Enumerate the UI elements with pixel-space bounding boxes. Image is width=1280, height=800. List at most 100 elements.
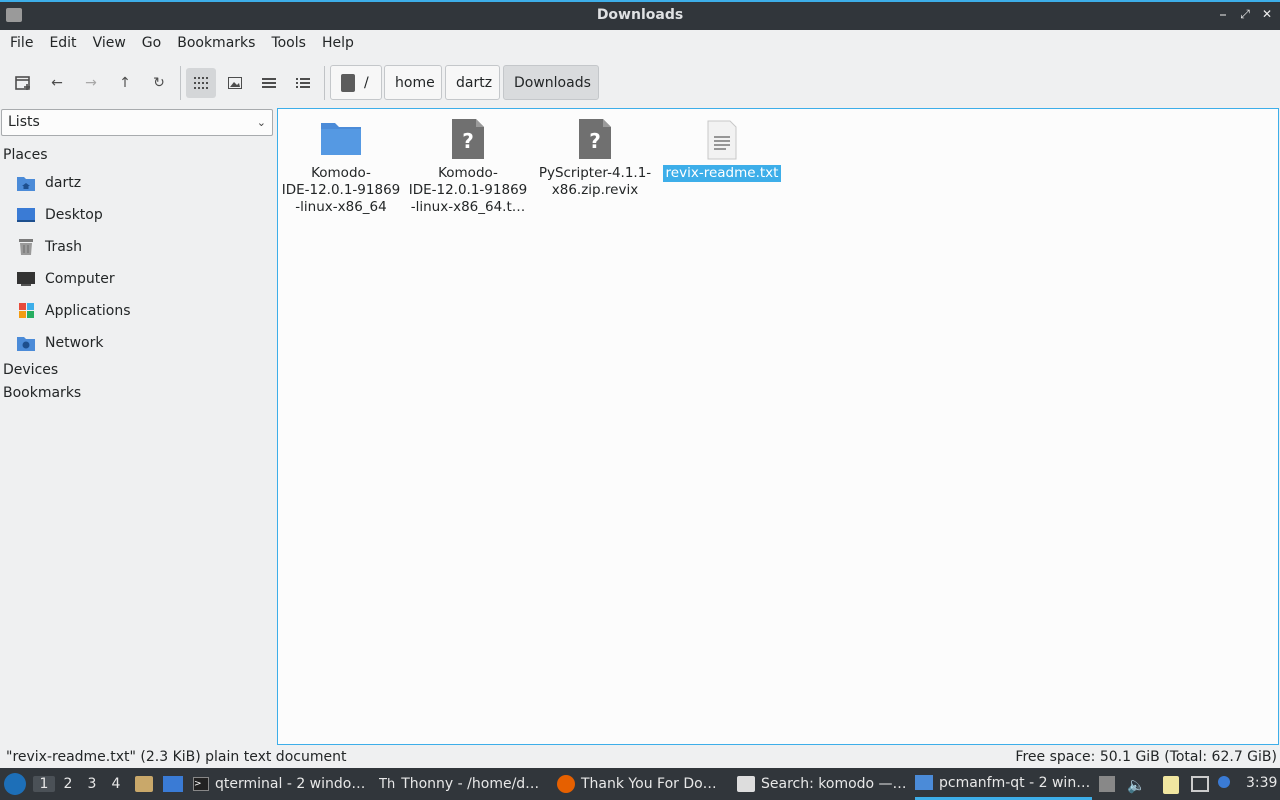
unknown-file-icon: ? [446, 117, 490, 161]
sidebar-item-label: Computer [45, 271, 115, 287]
task-thonny[interactable]: Th Thonny - /home/d… [379, 768, 551, 800]
computer-icon [17, 272, 35, 286]
status-bar: "revix-readme.txt" (2.3 KiB) plain text … [0, 746, 1280, 768]
taskbar: 1 2 3 4 > qterminal - 2 windo… Th Thonny… [0, 768, 1280, 800]
new-tab-icon [15, 76, 30, 90]
sidebar-item-applications[interactable]: Applications [16, 298, 131, 324]
forward-button[interactable]: → [76, 68, 106, 98]
start-menu-icon[interactable] [4, 773, 26, 795]
menu-file[interactable]: File [2, 35, 41, 51]
workspace-2[interactable]: 2 [57, 776, 79, 792]
desktop-icon [17, 208, 35, 222]
task-pcmanfm[interactable]: pcmanfm-qt - 2 win… [915, 768, 1092, 800]
network-status-icon[interactable] [1191, 776, 1209, 792]
task-search[interactable]: Search: komodo —… [737, 768, 909, 800]
task-label: qterminal - 2 windo… [215, 776, 366, 792]
workspace-4[interactable]: 4 [105, 776, 127, 792]
up-button[interactable]: ↑ [110, 68, 140, 98]
breadcrumb-label: dartz [456, 74, 493, 91]
sidebar-item-network[interactable]: Network [16, 330, 103, 356]
clipboard-icon[interactable] [1163, 776, 1179, 794]
task-label: pcmanfm-qt - 2 win… [939, 774, 1091, 791]
list-icon [262, 78, 276, 88]
sidebar-mode-select[interactable]: Lists ⌄ [1, 109, 273, 136]
back-button[interactable]: ← [42, 68, 72, 98]
maximize-button[interactable]: ⤢ [1238, 7, 1252, 22]
menu-tools[interactable]: Tools [263, 35, 314, 51]
breadcrumb-home[interactable]: home [384, 65, 442, 100]
file-item[interactable]: Komodo- IDE-12.0.1-91869 -linux-x86_64 [279, 111, 403, 216]
sidebar-item-computer[interactable]: Computer [16, 266, 115, 292]
workspace-1[interactable]: 1 [33, 776, 55, 792]
breadcrumb-downloads[interactable]: Downloads [503, 65, 599, 100]
window-title: Downloads [596, 7, 684, 23]
sidebar-item-label: Trash [45, 239, 82, 255]
menu-help[interactable]: Help [314, 35, 362, 51]
search-app-icon [737, 776, 755, 792]
arrow-right-icon: → [85, 75, 97, 91]
sidebar-item-desktop[interactable]: Desktop [16, 202, 103, 228]
clock[interactable]: 3:39 [1246, 775, 1277, 791]
thumbnail-view-button[interactable] [220, 68, 250, 98]
devices-heading[interactable]: Devices [3, 362, 58, 378]
sidebar-item-label: Network [45, 335, 104, 351]
show-desktop-icon[interactable] [163, 776, 183, 792]
chevron-down-icon: ⌄ [256, 116, 266, 129]
menu-edit[interactable]: Edit [41, 35, 84, 51]
folder-icon [319, 117, 363, 161]
file-name: Komodo- IDE-12.0.1-91869 -linux-x86_64.t… [408, 165, 528, 215]
sidebar-item-dartz[interactable]: dartz [16, 170, 81, 196]
sidebar: Lists ⌄ Places dartz Desktop Trash Compu… [0, 108, 275, 744]
reload-button[interactable]: ↻ [144, 68, 174, 98]
menu-go[interactable]: Go [134, 35, 169, 51]
applications-icon [19, 303, 34, 318]
home-folder-icon [17, 177, 35, 191]
drive-icon [341, 73, 355, 92]
task-firefox[interactable]: Thank You For Do… [557, 768, 729, 800]
file-item[interactable]: ? PyScripter-4.1.1- x86.zip.revix [533, 111, 657, 199]
arrow-up-icon: ↑ [119, 75, 131, 91]
places-heading[interactable]: Places [3, 147, 48, 163]
minimize-button[interactable]: ⎯ [1216, 7, 1230, 22]
svg-text:?: ? [462, 129, 474, 153]
menu-bar: File Edit View Go Bookmarks Tools Help [0, 30, 1280, 56]
image-icon [228, 77, 242, 89]
sidebar-item-label: Applications [45, 303, 131, 319]
notification-icon[interactable] [1218, 776, 1230, 788]
task-label: Thank You For Do… [581, 776, 717, 792]
file-name: Komodo- IDE-12.0.1-91869 -linux-x86_64 [281, 165, 401, 215]
toolbar: ← → ↑ ↻ / home dartz Downloads [0, 58, 1280, 106]
task-qterminal[interactable]: > qterminal - 2 windo… [193, 768, 373, 800]
volume-icon[interactable]: 🔈 [1127, 776, 1146, 794]
bookmarks-heading[interactable]: Bookmarks [3, 385, 81, 401]
svg-text:?: ? [589, 129, 601, 153]
status-selection-info: "revix-readme.txt" (2.3 KiB) plain text … [6, 749, 347, 765]
sidebar-item-label: dartz [45, 175, 82, 191]
file-name: revix-readme.txt [662, 165, 782, 182]
breadcrumb-root[interactable]: / [330, 65, 382, 100]
grid-view-icon [194, 77, 208, 89]
breadcrumb-dartz[interactable]: dartz [445, 65, 500, 100]
file-manager-launcher-icon[interactable] [135, 776, 153, 792]
new-tab-button[interactable] [8, 68, 38, 98]
breadcrumb-label: Downloads [514, 74, 591, 91]
workspace-3[interactable]: 3 [81, 776, 103, 792]
file-item-selected[interactable]: revix-readme.txt [660, 111, 784, 182]
arrow-left-icon: ← [51, 75, 63, 91]
breadcrumb-root-label: / [364, 74, 369, 91]
sidebar-item-trash[interactable]: Trash [16, 234, 82, 260]
close-button[interactable]: ✕ [1260, 7, 1274, 22]
file-item[interactable]: ? Komodo- IDE-12.0.1-91869 -linux-x86_64.t… [406, 111, 530, 216]
network-icon [17, 337, 35, 351]
icon-view-button[interactable] [186, 68, 216, 98]
toolbar-separator [180, 66, 181, 100]
menu-bookmarks[interactable]: Bookmarks [169, 35, 263, 51]
reload-icon: ↻ [153, 75, 165, 91]
sidebar-item-label: Desktop [45, 207, 103, 223]
file-view[interactable]: Komodo- IDE-12.0.1-91869 -linux-x86_64 ? K… [277, 108, 1279, 745]
detailed-view-button[interactable] [288, 68, 318, 98]
menu-view[interactable]: View [85, 35, 134, 51]
task-label: Thonny - /home/d… [401, 776, 540, 792]
eject-icon[interactable] [1099, 776, 1115, 792]
compact-view-button[interactable] [254, 68, 284, 98]
